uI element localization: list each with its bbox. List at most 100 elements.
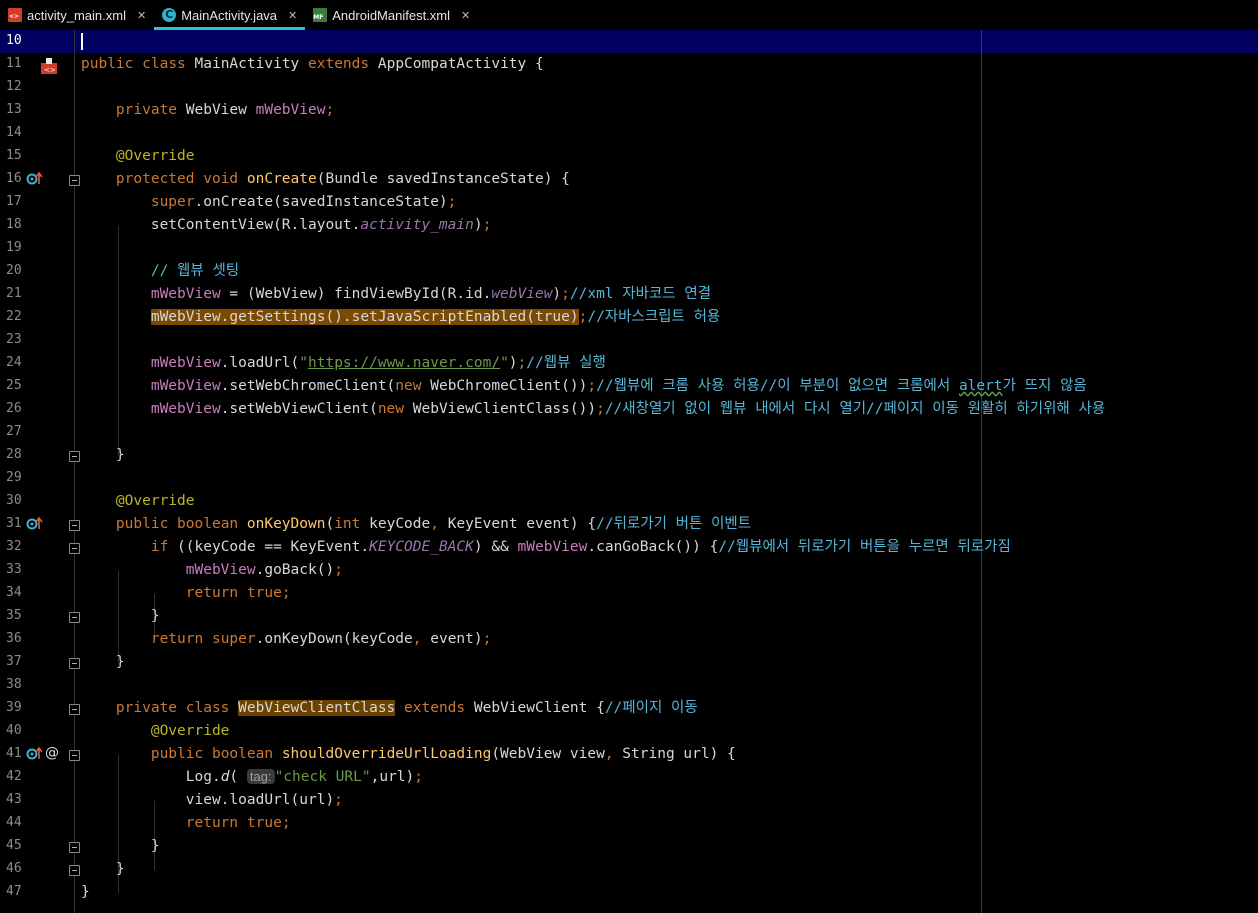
code-text: if ((keyCode == KeyEvent.KEYCODE_BACK) &… [150, 539, 1011, 555]
line-number: 31 [6, 516, 22, 531]
code-text: setContentView(R.layout.activity_main); [150, 217, 492, 233]
editor-tab-bar: activity_main.xml ✕ MainActivity.java ✕ … [0, 0, 1258, 31]
tab-activity-main-xml[interactable]: activity_main.xml ✕ [0, 0, 154, 30]
code-line[interactable]: 44 return true; [0, 812, 1258, 835]
line-number: 46 [6, 861, 22, 876]
line-number: 24 [6, 355, 22, 370]
code-line[interactable]: 11 public class MainActivity extends App… [0, 53, 1258, 76]
line-number: 47 [6, 884, 22, 899]
code-line[interactable]: 24 mWebView.loadUrl("https://www.naver.c… [0, 352, 1258, 375]
manifest-file-icon [313, 8, 328, 22]
line-number: 33 [6, 562, 22, 577]
code-text: public boolean shouldOverrideUrlLoading(… [150, 746, 736, 762]
code-line[interactable]: 31 public boolean onKeyDown(int keyCode,… [0, 513, 1258, 536]
code-line[interactable]: 29 [0, 467, 1258, 490]
line-number: 29 [6, 470, 22, 485]
line-number: 35 [6, 608, 22, 623]
line-number: 44 [6, 815, 22, 830]
code-line[interactable]: 45 } [0, 835, 1258, 858]
close-icon[interactable]: ✕ [137, 9, 146, 22]
code-text: @Override [115, 148, 195, 164]
text-caret [81, 33, 83, 50]
code-line[interactable]: 12 [0, 76, 1258, 99]
line-number: 39 [6, 700, 22, 715]
line-number: 37 [6, 654, 22, 669]
tab-android-manifest-xml[interactable]: AndroidManifest.xml ✕ [305, 0, 478, 30]
code-text: protected void onCreate(Bundle savedInst… [115, 171, 570, 187]
code-line[interactable]: 26 mWebView.setWebViewClient(new WebView… [0, 398, 1258, 421]
line-number: 36 [6, 631, 22, 646]
code-line[interactable]: 39 private class WebViewClientClass exte… [0, 697, 1258, 720]
line-number: 30 [6, 493, 22, 508]
code-line[interactable]: 20 // 웹뷰 셋팅 [0, 260, 1258, 283]
code-line[interactable]: 21 mWebView = (WebView) findViewById(R.i… [0, 283, 1258, 306]
code-line[interactable]: 27 [0, 421, 1258, 444]
parameter-hint: tag: [246, 769, 275, 784]
code-line[interactable]: 43 view.loadUrl(url); [0, 789, 1258, 812]
code-line[interactable]: 41 public boolean shouldOverrideUrlLoadi… [0, 743, 1258, 766]
code-line[interactable]: 17 super.onCreate(savedInstanceState); [0, 191, 1258, 214]
line-number: 43 [6, 792, 22, 807]
code-line[interactable]: 33 mWebView.goBack(); [0, 559, 1258, 582]
code-line[interactable]: 10 [0, 30, 1258, 53]
code-line[interactable]: 34 return true; [0, 582, 1258, 605]
line-number: 38 [6, 677, 22, 692]
code-line[interactable]: 36 return super.onKeyDown(keyCode, event… [0, 628, 1258, 651]
code-text: mWebView = (WebView) findViewById(R.id.w… [150, 286, 712, 302]
code-line[interactable]: 13 private WebView mWebView; [0, 99, 1258, 122]
code-text: public class MainActivity extends AppCom… [81, 56, 544, 72]
code-line[interactable]: 47 } [0, 881, 1258, 904]
line-number: 32 [6, 539, 22, 554]
close-icon[interactable]: ✕ [288, 9, 297, 22]
url-link[interactable]: https://www.naver.com/ [308, 355, 500, 371]
code-line[interactable]: 40 @Override [0, 720, 1258, 743]
code-line[interactable]: 32 if ((keyCode == KeyEvent.KEYCODE_BACK… [0, 536, 1258, 559]
line-number: 23 [6, 332, 22, 347]
code-line[interactable]: 25 mWebView.setWebChromeClient(new WebCh… [0, 375, 1258, 398]
code-line[interactable]: 37 } [0, 651, 1258, 674]
code-text: private WebView mWebView; [115, 102, 335, 118]
code-line[interactable]: 15 @Override [0, 145, 1258, 168]
code-line[interactable]: 14 [0, 122, 1258, 145]
code-text: mWebView.setWebChromeClient(new WebChrom… [150, 378, 1087, 394]
line-number: 27 [6, 424, 22, 439]
code-text: } [115, 447, 125, 463]
code-line[interactable]: 30 @Override [0, 490, 1258, 513]
line-number: 22 [6, 309, 22, 324]
code-text: private class WebViewClientClass extends… [115, 700, 698, 716]
code-text: mWebView.setWebViewClient(new WebViewCli… [150, 401, 1106, 417]
code-text: return super.onKeyDown(keyCode, event); [150, 631, 492, 647]
code-line[interactable]: 18 setContentView(R.layout.activity_main… [0, 214, 1258, 237]
code-line[interactable]: 16 protected void onCreate(Bundle savedI… [0, 168, 1258, 191]
java-class-icon [162, 8, 177, 22]
code-text: Log.d( tag: "check URL",url); [185, 769, 423, 785]
line-number: 25 [6, 378, 22, 393]
line-number: 41 [6, 746, 22, 761]
code-line[interactable]: 19 [0, 237, 1258, 260]
code-text: @Override [115, 493, 195, 509]
code-editor[interactable]: <> @ 10 11 public class MainActivity ext… [0, 30, 1258, 913]
line-number: 11 [6, 56, 22, 71]
line-number: 15 [6, 148, 22, 163]
tab-main-activity-java[interactable]: MainActivity.java ✕ [154, 0, 306, 30]
tab-label: MainActivity.java [181, 7, 278, 23]
line-number: 42 [6, 769, 22, 784]
xml-file-icon [8, 8, 22, 22]
close-icon[interactable]: ✕ [461, 9, 470, 22]
code-line[interactable]: 42 Log.d( tag: "check URL",url); [0, 766, 1258, 789]
line-number: 45 [6, 838, 22, 853]
line-number: 13 [6, 102, 22, 117]
line-number: 10 [6, 33, 22, 48]
code-line[interactable]: 28 } [0, 444, 1258, 467]
code-line[interactable]: 35 } [0, 605, 1258, 628]
line-number: 26 [6, 401, 22, 416]
code-line[interactable]: 46 } [0, 858, 1258, 881]
code-text: mWebView.getSettings().setJavaScriptEnab… [150, 309, 721, 325]
code-text: } [115, 861, 125, 877]
tab-label: AndroidManifest.xml [332, 7, 451, 23]
code-line[interactable]: 38 [0, 674, 1258, 697]
code-text: mWebView.goBack(); [185, 562, 343, 578]
code-line[interactable]: 22 mWebView.getSettings().setJavaScriptE… [0, 306, 1258, 329]
code-text: } [81, 884, 90, 900]
code-line[interactable]: 23 [0, 329, 1258, 352]
